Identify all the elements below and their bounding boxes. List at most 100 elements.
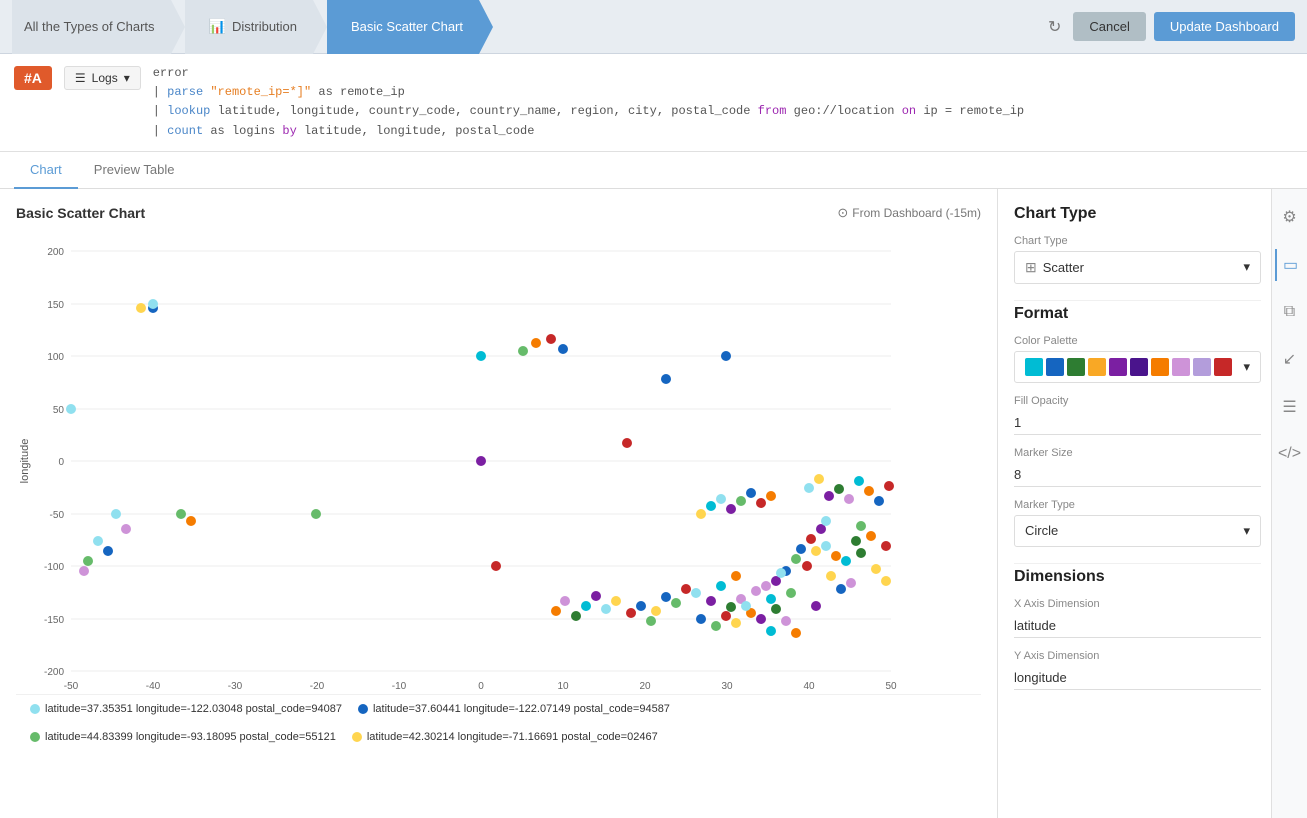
color-swatch-orange[interactable] [1151, 358, 1169, 376]
fill-opacity-input[interactable] [1014, 411, 1261, 435]
scatter-dot[interactable] [841, 556, 851, 566]
scatter-dot[interactable] [476, 456, 486, 466]
scatter-dot[interactable] [726, 602, 736, 612]
scatter-dot[interactable] [786, 588, 796, 598]
scatter-dot[interactable] [751, 586, 761, 596]
scatter-dot[interactable] [691, 588, 701, 598]
scatter-dot[interactable] [111, 509, 121, 519]
color-swatch-lavender[interactable] [1193, 358, 1211, 376]
marker-size-input[interactable] [1014, 463, 1261, 487]
scatter-dot[interactable] [864, 486, 874, 496]
color-swatch-dark-purple[interactable] [1130, 358, 1148, 376]
scatter-dot[interactable] [851, 536, 861, 546]
scatter-dot[interactable] [874, 496, 884, 506]
scatter-dot[interactable] [791, 554, 801, 564]
scatter-dot[interactable] [622, 438, 632, 448]
color-palette-field[interactable]: ▾ [1014, 351, 1261, 383]
scatter-dot[interactable] [771, 604, 781, 614]
marker-type-selector[interactable]: Circle ▾ [1014, 515, 1261, 547]
scatter-dot[interactable] [681, 584, 691, 594]
scatter-dot[interactable] [103, 546, 113, 556]
cancel-button[interactable]: Cancel [1073, 12, 1145, 41]
scatter-dot[interactable] [761, 581, 771, 591]
scatter-dot[interactable] [881, 576, 891, 586]
scatter-dot[interactable] [79, 566, 89, 576]
scatter-dot[interactable] [831, 551, 841, 561]
scatter-dot[interactable] [721, 351, 731, 361]
scatter-dot[interactable] [881, 541, 891, 551]
scatter-dot[interactable] [671, 598, 681, 608]
query-source-selector[interactable]: ☰ Logs ▾ [64, 66, 141, 90]
scatter-dot[interactable] [766, 594, 776, 604]
scatter-dot[interactable] [796, 544, 806, 554]
scatter-dot[interactable] [821, 516, 831, 526]
scatter-dots[interactable] [66, 299, 894, 691]
color-swatch-cyan[interactable] [1025, 358, 1043, 376]
scatter-dot[interactable] [93, 536, 103, 546]
scatter-dot[interactable] [856, 521, 866, 531]
scatter-dot[interactable] [836, 584, 846, 594]
scatter-dot[interactable] [611, 596, 621, 606]
scatter-dot[interactable] [791, 628, 801, 638]
scatter-dot[interactable] [518, 346, 528, 356]
scatter-dot[interactable] [884, 481, 894, 491]
scatter-dot[interactable] [854, 476, 864, 486]
scatter-dot[interactable] [601, 604, 611, 614]
scatter-dot[interactable] [844, 494, 854, 504]
scatter-dot[interactable] [121, 524, 131, 534]
scatter-dot[interactable] [826, 571, 836, 581]
scatter-dot[interactable] [741, 601, 751, 611]
update-dashboard-button[interactable]: Update Dashboard [1154, 12, 1295, 41]
color-swatch-light-purple[interactable] [1172, 358, 1190, 376]
scatter-dot[interactable] [814, 474, 824, 484]
scatter-dot[interactable] [716, 494, 726, 504]
color-swatch-green[interactable] [1067, 358, 1085, 376]
breadcrumb-distribution[interactable]: 📊 Distribution [185, 0, 313, 54]
scatter-dot[interactable] [546, 334, 556, 344]
chart-type-selector[interactable]: ⊞ Scatter ▾ [1014, 251, 1261, 284]
scatter-dot[interactable] [646, 616, 656, 626]
color-swatch-yellow[interactable] [1088, 358, 1106, 376]
scatter-dot[interactable] [806, 534, 816, 544]
scatter-dot[interactable] [711, 621, 721, 631]
code-icon[interactable]: </> [1272, 439, 1307, 469]
scatter-dot[interactable] [176, 509, 186, 519]
scatter-dot[interactable] [531, 338, 541, 348]
scatter-dot[interactable] [311, 509, 321, 519]
settings-icon[interactable]: ⚙ [1276, 201, 1302, 233]
scatter-dot[interactable] [756, 614, 766, 624]
scatter-dot[interactable] [560, 596, 570, 606]
scatter-dot[interactable] [811, 601, 821, 611]
scatter-dot[interactable] [706, 501, 716, 511]
scatter-dot[interactable] [856, 548, 866, 558]
scatter-dot[interactable] [736, 496, 746, 506]
query-code[interactable]: error | parse "remote_ip=*]" as remote_i… [153, 64, 1293, 141]
color-swatch-red[interactable] [1214, 358, 1232, 376]
scatter-dot[interactable] [551, 606, 561, 616]
scatter-dot[interactable] [766, 491, 776, 501]
scatter-dot[interactable] [821, 541, 831, 551]
scatter-dot[interactable] [731, 618, 741, 628]
scatter-dot[interactable] [716, 581, 726, 591]
scatter-dot[interactable] [591, 591, 601, 601]
scatter-dot[interactable] [136, 303, 146, 313]
scatter-dot[interactable] [781, 616, 791, 626]
scatter-dot[interactable] [491, 561, 501, 571]
scatter-dot[interactable] [476, 351, 486, 361]
scatter-dot[interactable] [706, 596, 716, 606]
list-icon[interactable]: ☰ [1276, 391, 1302, 423]
scatter-dot[interactable] [834, 484, 844, 494]
tab-chart[interactable]: Chart [14, 152, 78, 189]
scatter-dot[interactable] [726, 504, 736, 514]
scatter-dot[interactable] [731, 571, 741, 581]
scatter-dot[interactable] [776, 568, 786, 578]
scatter-dot[interactable] [824, 491, 834, 501]
scatter-dot[interactable] [766, 626, 776, 636]
breadcrumb-all-charts[interactable]: All the Types of Charts [12, 0, 171, 54]
scatter-dot[interactable] [746, 488, 756, 498]
scatter-dot[interactable] [811, 546, 821, 556]
scatter-dot[interactable] [651, 606, 661, 616]
scatter-dot[interactable] [846, 578, 856, 588]
scatter-dot[interactable] [66, 404, 76, 414]
copy-icon[interactable]: ⧉ [1278, 297, 1301, 327]
